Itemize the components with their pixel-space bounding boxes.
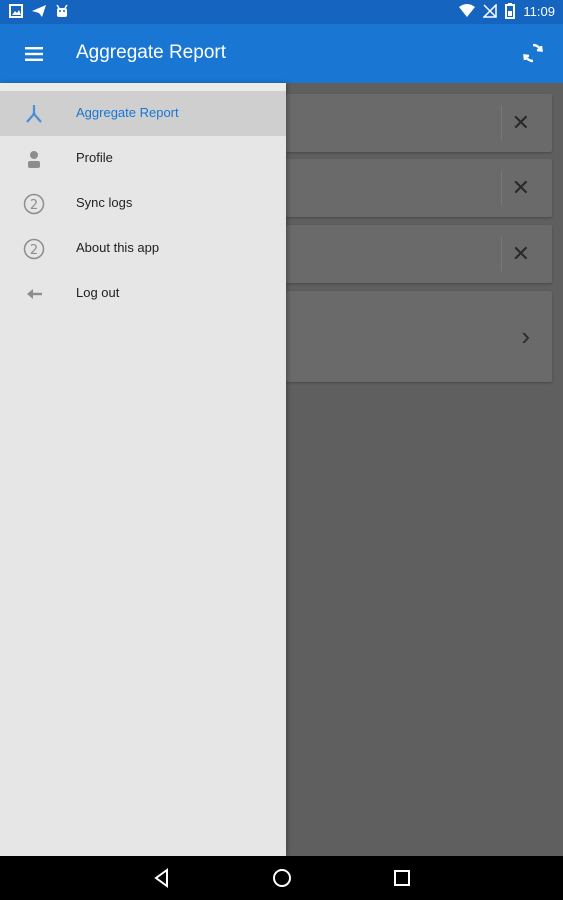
card-divider bbox=[501, 171, 502, 205]
drawer-item-aggregate-report[interactable]: Aggregate Report bbox=[0, 91, 286, 136]
image-icon bbox=[9, 4, 23, 18]
close-icon[interactable]: ✕ bbox=[512, 112, 530, 134]
home-circle-icon[interactable] bbox=[270, 866, 294, 890]
card-divider bbox=[501, 237, 502, 271]
status-right-icons: 11:09 bbox=[459, 3, 555, 19]
back-triangle-icon[interactable] bbox=[150, 866, 174, 890]
status-time: 11:09 bbox=[523, 3, 555, 19]
battery-icon bbox=[505, 3, 516, 19]
system-nav-bar bbox=[0, 856, 563, 900]
aggregate-icon bbox=[26, 105, 42, 123]
report-card-3[interactable]: ✕ bbox=[286, 225, 552, 283]
drawer-item-label: Sync logs bbox=[76, 195, 133, 210]
chevron-right-icon[interactable]: › bbox=[521, 323, 530, 349]
two-circle-icon: 2 bbox=[23, 193, 45, 215]
close-icon[interactable]: ✕ bbox=[512, 243, 530, 265]
svg-text:2: 2 bbox=[30, 243, 38, 258]
card-divider bbox=[501, 106, 502, 140]
report-card-2[interactable]: ✕ bbox=[286, 159, 552, 217]
drawer-item-label: Aggregate Report bbox=[76, 105, 179, 120]
status-left-icons bbox=[9, 4, 69, 18]
drawer-item-sync-logs[interactable]: 2 Sync logs bbox=[0, 181, 286, 226]
drawer-top-strip bbox=[0, 83, 286, 91]
recents-square-icon[interactable] bbox=[390, 866, 414, 890]
drawer-item-logout[interactable]: Log out bbox=[0, 271, 286, 316]
menu-icon[interactable] bbox=[22, 42, 46, 66]
wifi-icon bbox=[459, 4, 476, 17]
android-icon bbox=[56, 4, 68, 17]
two-circle-icon: 2 bbox=[23, 238, 45, 260]
page-title: Aggregate Report bbox=[76, 42, 226, 63]
report-card-1[interactable]: ✕ bbox=[286, 94, 552, 152]
drawer-item-label: About this app bbox=[76, 240, 160, 255]
send-icon bbox=[32, 5, 46, 17]
drawer-item-profile[interactable]: Profile bbox=[0, 136, 286, 181]
profile-icon bbox=[28, 151, 40, 168]
app-bar: Aggregate Report bbox=[0, 24, 563, 83]
drawer-item-label: Log out bbox=[76, 285, 120, 300]
drawer-item-label: Profile bbox=[76, 150, 113, 165]
svg-text:2: 2 bbox=[30, 198, 38, 213]
status-bar: 11:09 bbox=[0, 0, 563, 24]
close-icon[interactable]: ✕ bbox=[512, 177, 530, 199]
no-signal-icon bbox=[483, 4, 498, 18]
report-card-4[interactable]: › bbox=[286, 291, 552, 382]
drawer-item-about[interactable]: 2 About this app bbox=[0, 226, 286, 271]
navigation-drawer: Aggregate Report Profile 2 Sync logs 2 A… bbox=[0, 83, 286, 856]
back-arrow-icon bbox=[27, 289, 42, 299]
sync-icon[interactable] bbox=[521, 41, 545, 65]
